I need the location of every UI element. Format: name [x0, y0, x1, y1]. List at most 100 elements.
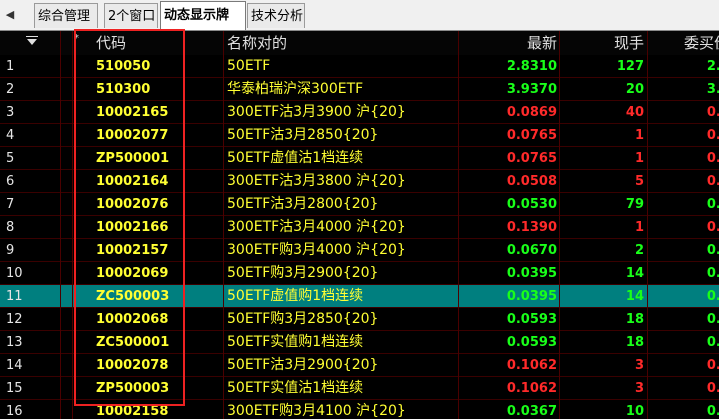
row-volume: 14: [625, 266, 644, 281]
row-price: 0.0367: [506, 404, 557, 419]
table-row[interactable]: 8 10002166 300ETF沽3月4000 沪{20} 0.1390 1 0.139: [0, 216, 719, 239]
table-row[interactable]: 12 10002068 50ETF购3月2850{20} 0.0593 18 0.059: [0, 308, 719, 331]
row-code: 10002165: [96, 105, 169, 120]
row-name: 300ETF沽3月3800 沪{20}: [227, 173, 406, 189]
row-code: 10002078: [96, 358, 169, 373]
row-bid: 0.106: [706, 358, 719, 373]
row-index: 4: [6, 128, 15, 143]
row-price: 0.0593: [506, 312, 557, 327]
row-price: 2.8310: [506, 59, 557, 74]
row-bid: 0.066: [706, 243, 719, 258]
row-volume: 1: [634, 220, 644, 235]
row-price: 0.1062: [506, 358, 557, 373]
row-price: 0.0395: [506, 289, 557, 304]
tab-dynamic-board[interactable]: 动态显示牌: [160, 1, 246, 30]
table-header: * 代码 名称对的 最新 现手 委买价: [0, 31, 719, 55]
row-name: 300ETF沽3月3900 沪{20}: [227, 104, 406, 120]
row-name: 300ETF沽3月4000 沪{20}: [227, 219, 406, 235]
table-row[interactable]: 2 510300 华泰柏瑞沪深300ETF 3.9370 20 3.936: [0, 78, 719, 101]
row-volume: 20: [625, 82, 644, 97]
row-code: ZP500001: [96, 151, 170, 166]
row-bid: 0.036: [706, 404, 719, 419]
table-row[interactable]: 16 10002158 300ETF购3月4100 沪{20} 0.0367 10 0.0…: [0, 400, 719, 419]
row-index: 10: [6, 266, 23, 281]
row-name: 50ETF沽3月2850{20}: [227, 127, 379, 143]
row-name: 50ETF购3月2850{20}: [227, 311, 379, 327]
row-volume: 14: [625, 289, 644, 304]
row-price: 0.0670: [506, 243, 557, 258]
column-header-bid[interactable]: 委买价: [684, 31, 719, 55]
tab-two-windows[interactable]: 2个窗口: [104, 3, 158, 28]
table-row[interactable]: 4 10002077 50ETF沽3月2850{20} 0.0765 1 0.076: [0, 124, 719, 147]
row-code: 10002166: [96, 220, 169, 235]
row-bid: 3.936: [706, 82, 719, 97]
row-index: 5: [6, 151, 15, 166]
column-header-price[interactable]: 最新: [460, 31, 557, 55]
row-price: 0.0593: [506, 335, 557, 350]
table-row[interactable]: 14 10002078 50ETF沽3月2900{20} 0.1062 3 0.106: [0, 354, 719, 377]
row-name: 300ETF购3月4100 沪{20}: [227, 403, 406, 419]
row-bid: 0.059: [706, 312, 719, 327]
row-price: 0.0395: [506, 266, 557, 281]
row-volume: 1: [634, 151, 644, 166]
tab-strip: ◀ 综合管理 2个窗口 动态显示牌 技术分析: [0, 0, 719, 31]
table-row[interactable]: 3 10002165 300ETF沽3月3900 沪{20} 0.0869 40 0.08…: [0, 101, 719, 124]
column-header-volume[interactable]: 现手: [560, 31, 644, 55]
row-code: 510050: [96, 59, 151, 74]
row-code: ZP500003: [96, 381, 170, 396]
mark-column-header[interactable]: *: [74, 33, 79, 44]
sort-menu-icon[interactable]: [27, 39, 37, 45]
table-row[interactable]: 13 ZC500001 50ETF实值购1档连续 0.0593 18 0.059: [0, 331, 719, 354]
row-bid: 0.086: [706, 105, 719, 120]
row-index: 16: [6, 404, 23, 419]
row-index: 9: [6, 243, 15, 258]
table-row[interactable]: 11 ZC500003 50ETF虚值购1档连续 0.0395 14 0.039: [0, 285, 719, 308]
row-volume: 3: [634, 358, 644, 373]
column-divider: [223, 31, 224, 419]
row-code: ZC500001: [96, 335, 170, 350]
row-code: 10002069: [96, 266, 169, 281]
column-divider: [647, 31, 648, 419]
row-code: 10002076: [96, 197, 169, 212]
row-bid: 2.831: [706, 59, 719, 74]
table-row[interactable]: 10 10002069 50ETF购3月2900{20} 0.0395 14 0.039: [0, 262, 719, 285]
row-volume: 2: [634, 243, 644, 258]
table-row[interactable]: 9 10002157 300ETF购3月4000 沪{20} 0.0670 2 0.066: [0, 239, 719, 262]
row-code: ZC500003: [96, 289, 170, 304]
row-bid: 0.139: [706, 220, 719, 235]
table-row[interactable]: 7 10002076 50ETF沽3月2800{20} 0.0530 79 0.053: [0, 193, 719, 216]
row-bid: 0.059: [706, 335, 719, 350]
row-price: 3.9370: [506, 82, 557, 97]
column-divider: [72, 31, 73, 419]
row-code: 10002158: [96, 404, 169, 419]
row-index: 7: [6, 197, 15, 212]
row-name: 50ETF虚值沽1档连续: [227, 150, 364, 166]
row-index: 2: [6, 82, 15, 97]
table-row[interactable]: 5 ZP500001 50ETF虚值沽1档连续 0.0765 1 0.076: [0, 147, 719, 170]
tab-technical-analysis[interactable]: 技术分析: [247, 3, 305, 28]
tab-overview[interactable]: 综合管理: [34, 3, 98, 28]
row-price: 0.1390: [506, 220, 557, 235]
row-index: 6: [6, 174, 15, 189]
row-code: 10002068: [96, 312, 169, 327]
column-divider: [60, 31, 61, 419]
row-name: 50ETF: [227, 58, 271, 74]
column-header-code[interactable]: 代码: [96, 31, 126, 55]
row-name: 50ETF沽3月2800{20}: [227, 196, 379, 212]
row-bid: 0.076: [706, 128, 719, 143]
row-code: 510300: [96, 82, 151, 97]
row-index: 13: [6, 335, 23, 350]
row-index: 15: [6, 381, 23, 396]
tab-scroll-left-icon[interactable]: ◀: [2, 6, 18, 24]
table-row[interactable]: 1 510050 50ETF 2.8310 127 2.831: [0, 55, 719, 78]
row-bid: 0.039: [706, 266, 719, 281]
row-name: 华泰柏瑞沪深300ETF: [227, 81, 364, 97]
sort-bar-icon: [26, 36, 38, 37]
table-row[interactable]: 15 ZP500003 50ETF实值沽1档连续 0.1062 3 0.106: [0, 377, 719, 400]
column-header-name[interactable]: 名称对的: [227, 31, 287, 55]
row-volume: 10: [625, 404, 644, 419]
table-row[interactable]: 6 10002164 300ETF沽3月3800 沪{20} 0.0508 5 0.050: [0, 170, 719, 193]
row-bid: 0.106: [706, 381, 719, 396]
row-price: 0.0530: [506, 197, 557, 212]
row-index: 1: [6, 59, 15, 74]
